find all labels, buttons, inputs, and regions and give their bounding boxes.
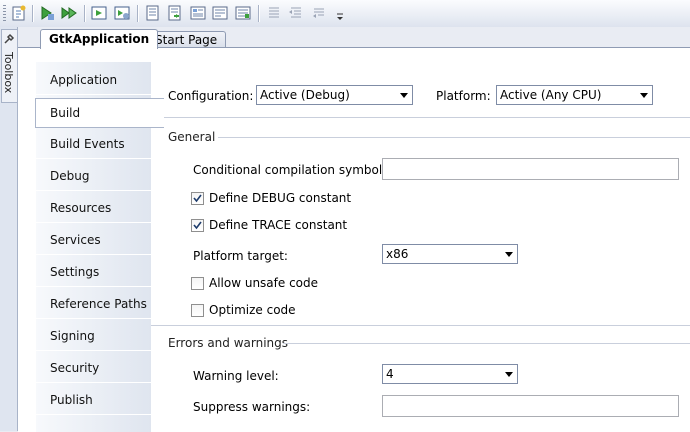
warning-level-value: 4 [386, 367, 394, 381]
overflow-chevron-icon[interactable] [336, 12, 344, 22]
sidebar-item-build[interactable]: Build [35, 98, 164, 128]
suppress-warnings-input[interactable] [382, 395, 679, 417]
sidebar-item-reference-paths[interactable]: Reference Paths [36, 290, 160, 319]
platform-target-combo[interactable]: x86 [382, 244, 518, 264]
checkmark-icon [193, 221, 202, 230]
sidebar-item-label: Signing [50, 329, 95, 343]
tab-gtkapplication[interactable]: GtkApplication [40, 29, 159, 49]
sidebar-item-settings[interactable]: Settings [36, 258, 160, 287]
checkmark-icon [193, 194, 202, 203]
allow-unsafe-checkbox[interactable] [191, 277, 204, 290]
properties-sidebar: Application Build Build Events Debug Res… [35, 62, 164, 432]
indent-icon[interactable] [265, 4, 283, 22]
form-icon[interactable] [144, 4, 162, 22]
divider [151, 325, 690, 326]
section-divider [218, 137, 690, 138]
toolbox-strip: Toolbox [0, 27, 18, 431]
divider [151, 117, 690, 118]
platform-value: Active (Any CPU) [500, 88, 602, 102]
tab-label: GtkApplication [49, 32, 150, 46]
sidebar-item-label: Build [50, 106, 81, 120]
build-project-icon[interactable] [10, 4, 28, 22]
sidebar-item-signing[interactable]: Signing [36, 322, 160, 351]
sidebar-item-resources[interactable]: Resources [36, 194, 160, 223]
toolbox-list-icon[interactable] [211, 4, 229, 22]
chevron-down-icon [640, 93, 648, 98]
conditional-symbols-input[interactable] [382, 158, 679, 180]
sidebar-item-application[interactable]: Application [36, 66, 160, 95]
platform-target-value: x86 [386, 247, 409, 261]
define-trace-label: Define TRACE constant [209, 218, 348, 232]
build-panel: Configuration: Active (Debug) Platform: … [151, 62, 690, 432]
start-without-debugging-icon[interactable] [60, 4, 78, 22]
chevron-down-icon [505, 372, 513, 377]
toolbar-grip[interactable] [3, 5, 6, 22]
sidebar-item-publish[interactable]: Publish [36, 386, 160, 415]
start-icon[interactable] [38, 4, 56, 22]
sidebar-item-build-events[interactable]: Build Events [36, 130, 160, 159]
section-divider [283, 343, 690, 344]
configuration-label: Configuration: [168, 89, 254, 103]
sidebar-item-label: Reference Paths [50, 297, 147, 311]
toolbox-wrench-icon [4, 33, 15, 44]
tab-label: Start Page [155, 33, 218, 47]
conditional-symbols-label: Conditional compilation symbols: [193, 163, 393, 177]
standard-toolbar [0, 0, 690, 28]
sidebar-item-services[interactable]: Services [36, 226, 160, 255]
tab-start-page[interactable]: Start Page [146, 31, 227, 48]
toolbox-label: Toolbox [2, 52, 15, 94]
suppress-warnings-label: Suppress warnings: [193, 400, 311, 414]
platform-combo[interactable]: Active (Any CPU) [496, 85, 653, 105]
configuration-value: Active (Debug) [260, 88, 350, 102]
sidebar-item-label: Debug [50, 169, 90, 183]
warning-level-label: Warning level: [193, 369, 279, 383]
define-debug-checkbox[interactable] [191, 192, 204, 205]
optimize-code-checkbox[interactable] [191, 304, 204, 317]
warning-level-combo[interactable]: 4 [382, 364, 518, 384]
form-add-icon[interactable] [166, 4, 184, 22]
sidebar-item-label: Publish [50, 393, 93, 407]
general-section-title: General [168, 130, 216, 144]
platform-target-label: Platform target: [193, 249, 288, 263]
optimize-code-label: Optimize code [209, 303, 296, 317]
debug-settings-icon[interactable] [113, 4, 131, 22]
allow-unsafe-label: Allow unsafe code [209, 276, 319, 290]
toolbox-tab[interactable]: Toolbox [1, 29, 18, 103]
sidebar-item-label: Build Events [50, 137, 125, 151]
document-tabs: GtkApplication Start Page [18, 27, 690, 49]
sidebar-item-label: Settings [50, 265, 100, 279]
sidebar-item-label: Security [50, 361, 100, 375]
define-trace-checkbox[interactable] [191, 219, 204, 232]
attach-process-icon[interactable] [90, 4, 108, 22]
chevron-down-icon [400, 93, 408, 98]
errors-section-title: Errors and warnings [168, 336, 289, 350]
sidebar-item-label: Resources [50, 201, 112, 215]
sidebar-item-label: Services [50, 233, 101, 247]
platform-label: Platform: [436, 89, 491, 103]
sidebar-item-label: Application [50, 73, 118, 87]
comment-icon[interactable] [310, 4, 328, 22]
properties-icon[interactable] [189, 4, 207, 22]
sidebar-item-security[interactable]: Security [36, 354, 160, 383]
sidebar-item-debug[interactable]: Debug [36, 162, 160, 191]
define-debug-label: Define DEBUG constant [209, 191, 352, 205]
configuration-combo[interactable]: Active (Debug) [256, 85, 413, 105]
outdent-icon[interactable] [287, 4, 305, 22]
chevron-down-icon [505, 252, 513, 257]
class-view-icon[interactable] [234, 4, 252, 22]
project-properties: Application Build Build Events Debug Res… [18, 47, 690, 432]
